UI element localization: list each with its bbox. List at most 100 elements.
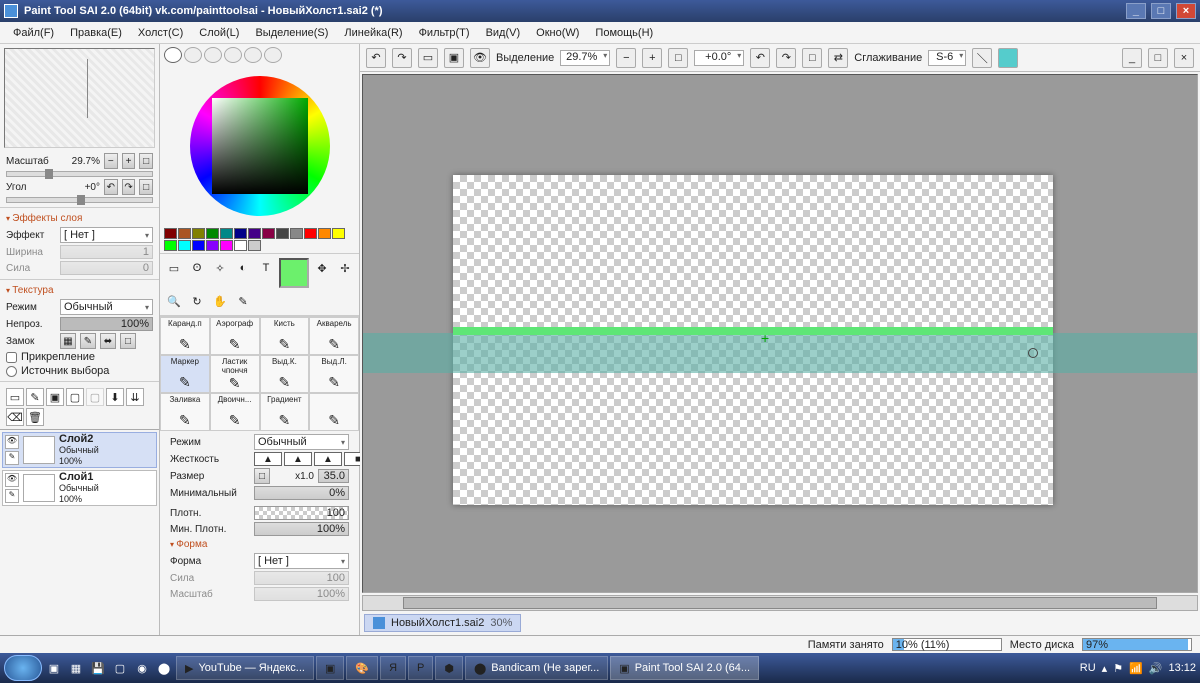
menu-item[interactable]: Фильтр(T) bbox=[412, 25, 477, 41]
tex-section[interactable]: Текстура bbox=[0, 283, 159, 298]
zoom-out-button[interactable]: − bbox=[104, 153, 118, 169]
brush-Каранд.п[interactable]: Каранд.п✎ bbox=[160, 317, 210, 355]
transform-icon[interactable]: ✥ bbox=[312, 258, 332, 278]
swatch[interactable] bbox=[276, 228, 289, 239]
menu-item[interactable]: Помощь(H) bbox=[588, 25, 660, 41]
size-toggle[interactable]: □ bbox=[254, 468, 270, 484]
task-item[interactable]: 🎨 bbox=[346, 656, 378, 680]
bp-mode-select[interactable]: Обычный bbox=[254, 434, 349, 450]
flip-h-button[interactable]: ⇄ bbox=[828, 48, 848, 68]
src-radio[interactable] bbox=[6, 366, 17, 377]
mixer-tab[interactable] bbox=[224, 47, 242, 63]
rot-right-tb[interactable]: ↷ bbox=[776, 48, 796, 68]
hand-icon[interactable]: ✋ bbox=[210, 291, 230, 311]
clear-button[interactable]: ⌫ bbox=[6, 408, 24, 426]
undo-button[interactable]: ↶ bbox=[366, 48, 386, 68]
menu-item[interactable]: Правка(E) bbox=[63, 25, 129, 41]
clock[interactable]: 13:12 bbox=[1168, 662, 1196, 674]
picker-icon[interactable]: ✎ bbox=[233, 291, 253, 311]
swatch[interactable] bbox=[164, 228, 177, 239]
swatch[interactable] bbox=[304, 228, 317, 239]
start-button[interactable] bbox=[4, 655, 42, 681]
swatch[interactable] bbox=[290, 228, 303, 239]
tray-flag-icon[interactable]: ⚑ bbox=[1113, 662, 1123, 675]
ql-record-icon[interactable]: ⬤ bbox=[154, 658, 174, 678]
tray-vol-icon[interactable]: 🔊 bbox=[1149, 662, 1163, 675]
swatch[interactable] bbox=[206, 228, 219, 239]
navigator[interactable] bbox=[4, 48, 155, 148]
brush-[interactable]: ✎ bbox=[309, 393, 359, 431]
color-wheel[interactable] bbox=[160, 66, 359, 226]
menu-item[interactable]: Окно(W) bbox=[529, 25, 586, 41]
close-button[interactable]: × bbox=[1176, 3, 1196, 19]
rot-left-button[interactable]: ↶ bbox=[104, 179, 118, 195]
new-folder-button[interactable]: ▣ bbox=[46, 388, 64, 406]
flatten-button[interactable]: ⇊ bbox=[126, 388, 144, 406]
stabilizer-icon[interactable]: ＼ bbox=[972, 48, 992, 68]
swatch[interactable] bbox=[192, 240, 205, 251]
swatch[interactable] bbox=[262, 228, 275, 239]
task-item[interactable]: ▣Paint Tool SAI 2.0 (64... bbox=[610, 656, 759, 680]
select-rect-icon[interactable]: ▭ bbox=[164, 258, 184, 278]
tool-preset-icon[interactable] bbox=[998, 48, 1018, 68]
panel-max-button[interactable]: □ bbox=[1148, 48, 1168, 68]
brush-Выд.К.[interactable]: Выд.К.✎ bbox=[260, 355, 310, 393]
zoom-in-tb[interactable]: + bbox=[642, 48, 662, 68]
rot-left-tb[interactable]: ↶ bbox=[750, 48, 770, 68]
swatch[interactable] bbox=[248, 228, 261, 239]
rot-reset-tb[interactable]: □ bbox=[802, 48, 822, 68]
swatch-tab[interactable] bbox=[244, 47, 262, 63]
menu-item[interactable]: Линейка(R) bbox=[337, 25, 409, 41]
visibility-icon[interactable]: 👁 bbox=[5, 473, 19, 487]
lasso-icon[interactable]: ʘ bbox=[187, 258, 207, 278]
swatch[interactable] bbox=[234, 228, 247, 239]
task-item[interactable]: ▶YouTube — Яндекс... bbox=[176, 656, 314, 680]
brush-Выд.Л.[interactable]: Выд.Л.✎ bbox=[309, 355, 359, 393]
tex-mode-select[interactable]: Обычный bbox=[60, 299, 153, 315]
mask-button[interactable]: ▢ bbox=[66, 388, 84, 406]
dens-slider[interactable]: 100 bbox=[254, 506, 349, 520]
layer-item[interactable]: 👁✎Слой2Обычный100% bbox=[2, 432, 157, 468]
lock-alpha-button[interactable]: ▦ bbox=[60, 333, 76, 349]
brush-Аэрограф[interactable]: Аэрограф✎ bbox=[210, 317, 260, 355]
lang-indicator[interactable]: RU bbox=[1080, 662, 1096, 674]
swatch[interactable] bbox=[220, 228, 233, 239]
text-icon[interactable]: T bbox=[256, 258, 276, 278]
rot-field[interactable]: +0.0° bbox=[694, 50, 744, 66]
fx-effect-select[interactable]: [ Нет ] bbox=[60, 227, 153, 243]
show-sel-icon[interactable]: 👁 bbox=[470, 48, 490, 68]
ql-explorer-icon[interactable]: ▣ bbox=[44, 658, 64, 678]
new-layer-button[interactable]: ▭ bbox=[6, 388, 24, 406]
brush-Двоичн...[interactable]: Двоичн...✎ bbox=[210, 393, 260, 431]
swatch[interactable] bbox=[332, 228, 345, 239]
lock-pixel-button[interactable]: ✎ bbox=[80, 333, 96, 349]
ql-save-icon[interactable]: 💾 bbox=[88, 658, 108, 678]
invert-button[interactable]: ▣ bbox=[444, 48, 464, 68]
menu-item[interactable]: Выделение(S) bbox=[248, 25, 335, 41]
scratch-tab[interactable] bbox=[264, 47, 282, 63]
zoom-icon[interactable]: 🔍 bbox=[164, 291, 184, 311]
layer-item[interactable]: 👁✎Слой1Обычный100% bbox=[2, 470, 157, 506]
swatch[interactable] bbox=[206, 240, 219, 251]
doc-tab[interactable]: НовыйХолст1.sai230% bbox=[364, 614, 521, 632]
viewport[interactable]: + bbox=[362, 74, 1198, 593]
mindens-slider[interactable]: 100% bbox=[254, 522, 349, 536]
swatch[interactable] bbox=[234, 240, 247, 251]
tray-net-icon[interactable]: 📶 bbox=[1129, 662, 1143, 675]
brush-Градиент[interactable]: Градиент✎ bbox=[260, 393, 310, 431]
ql-media-icon[interactable]: ◉ bbox=[132, 658, 152, 678]
tray-up-icon[interactable]: ▴ bbox=[1102, 662, 1108, 675]
size-slider[interactable]: 35.0 bbox=[318, 469, 349, 483]
lock-all-button[interactable]: □ bbox=[120, 333, 136, 349]
ql-app-icon[interactable]: ▢ bbox=[110, 658, 130, 678]
menu-item[interactable]: Вид(V) bbox=[479, 25, 528, 41]
zoom-field[interactable]: 29.7% bbox=[560, 50, 610, 66]
brush-Заливка[interactable]: Заливка✎ bbox=[160, 393, 210, 431]
swatch[interactable] bbox=[192, 228, 205, 239]
minimize-button[interactable]: _ bbox=[1126, 3, 1146, 19]
hsv-tab[interactable] bbox=[204, 47, 222, 63]
wheel-tab[interactable] bbox=[164, 47, 182, 63]
merge-button[interactable]: ⬇ bbox=[106, 388, 124, 406]
rot-reset-button[interactable]: □ bbox=[139, 179, 153, 195]
visibility-icon[interactable]: 👁 bbox=[5, 435, 19, 449]
